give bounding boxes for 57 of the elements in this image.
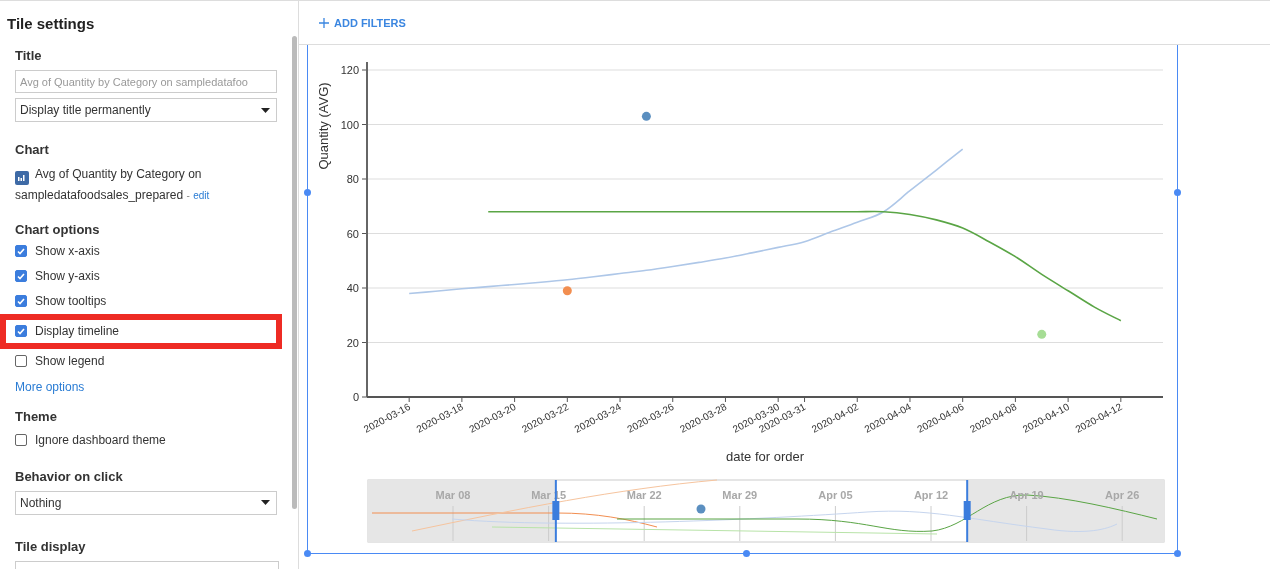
chart-name: Avg of Quantity by Category on sampledatafoodsales_prepared - edit [15,166,211,204]
checkbox-option[interactable]: Show legend [15,348,276,374]
checkbox[interactable] [15,295,27,307]
caret-icon [261,500,270,505]
behavior-select[interactable]: Nothing [15,490,277,515]
title-display-select[interactable]: Display title permanently [15,98,277,122]
checkbox-option[interactable]: Display timeline [15,318,120,344]
timeline-tick-label: Mar 08 [435,489,471,501]
caret-icon [261,107,270,113]
checkbox-option[interactable]: Ignore dashboard theme [15,427,276,453]
section-label: Chart options [15,221,101,237]
axis-tick-label: 120 [340,64,359,76]
data-point [641,111,651,121]
axis-tick-label: 60 [346,227,359,240]
checkbox-option[interactable]: Show x-axis [15,238,276,264]
plus-icon [319,17,329,28]
resize-handle[interactable] [304,189,311,196]
chart-tile[interactable] [307,45,1178,554]
checkbox[interactable] [15,434,27,446]
resize-handle[interactable] [743,550,750,557]
resize-handle[interactable] [1174,189,1181,196]
axis-tick-label: 40 [346,282,359,294]
timeline-navigator[interactable] [367,479,1165,543]
checkbox[interactable] [15,325,27,337]
checkbox[interactable] [15,245,27,257]
checkbox[interactable] [15,270,27,282]
data-point [562,286,572,296]
edit-link[interactable]: edit [193,189,210,201]
axis-tick-label: 80 [346,173,359,185]
x-axis-title: date for order [726,449,804,464]
checkbox-option[interactable]: Show y-axis [15,263,276,289]
section-label: Behavior on click [15,468,124,484]
section-label: Tile display [15,538,87,554]
timeline-tick-label: Apr 26 [1105,489,1140,501]
axis-tick-label: 0 [352,391,359,403]
title-field[interactable]: Avg of Quantity by Category on sampledatafoo [15,70,277,93]
checkbox[interactable] [15,355,27,367]
section-label: Theme [15,408,58,424]
checkbox-option[interactable]: Show tooltips [15,288,276,314]
axis-tick-label: 20 [346,336,359,349]
panel-title: Tile settings [7,15,96,32]
timeline-tick-label: Mar 22 [626,489,662,501]
bar-chart-icon [15,170,29,185]
timeline-tick-label: Apr 05 [818,489,853,501]
section-label: Title [15,48,43,63]
resize-handle[interactable] [304,550,311,557]
add-filters-button[interactable]: ADD FILTERS [319,16,406,29]
data-point [1037,329,1047,339]
timeline-tick-label: Mar 29 [722,489,758,501]
resize-handle[interactable] [1174,550,1181,557]
more-options-link[interactable]: More options [15,379,85,394]
scrollbar-thumb[interactable] [292,36,297,509]
section-label: Chart [15,142,50,157]
timeline-tick-label: Apr 12 [913,489,949,501]
axis-tick-label: 100 [340,118,359,131]
y-axis-title: Quantity (AVG) [316,82,331,170]
range-handle[interactable] [963,479,971,543]
